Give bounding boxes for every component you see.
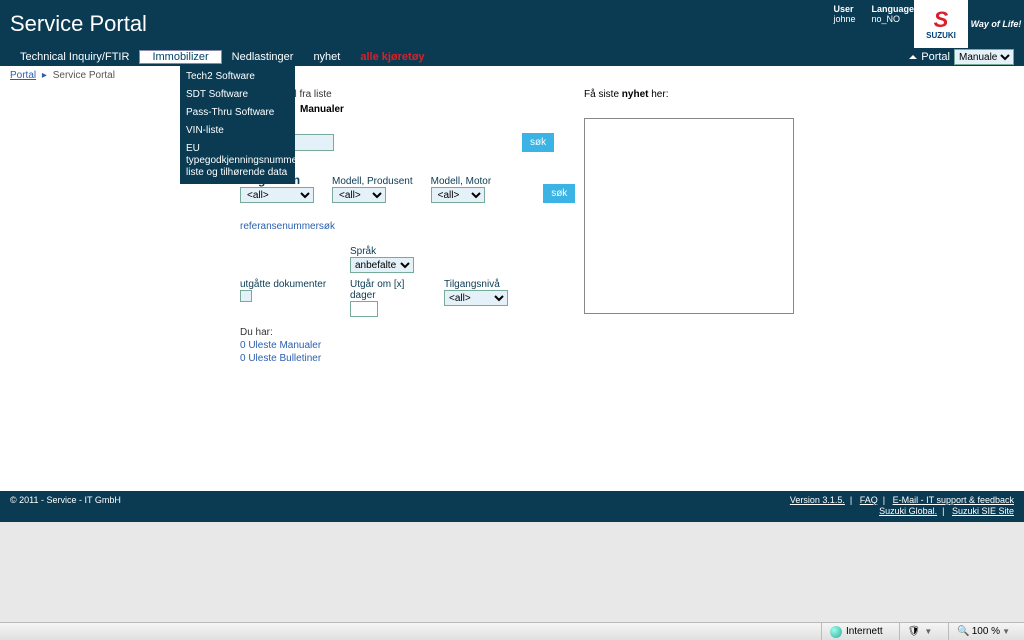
- brand-tagline: Way of Life!: [968, 0, 1024, 48]
- footer-global[interactable]: Suzuki Global.: [879, 506, 937, 516]
- breadcrumb: Portal ▸ Service Portal: [0, 66, 1024, 85]
- chevron-down-icon: ▼: [1002, 627, 1010, 636]
- duhar-label: Du har:: [240, 327, 800, 338]
- status-internett: Internett: [846, 626, 883, 637]
- produsent-select[interactable]: <all>: [332, 187, 386, 203]
- news-box[interactable]: [584, 118, 794, 314]
- portal-select[interactable]: Manualer: [954, 49, 1014, 65]
- nav-nedlastinger[interactable]: Nedlastinger: [222, 51, 304, 63]
- status-protected-mode[interactable]: 🛡 ▼: [899, 623, 941, 640]
- dropdown-vinliste[interactable]: VIN-liste: [180, 122, 295, 140]
- you-have-block: Du har: 0 Uleste Manualer 0 Uleste Bulle…: [240, 327, 800, 364]
- help-line-2-bold: Manualer: [300, 104, 344, 115]
- news-suffix: her:: [651, 89, 668, 100]
- browser-statusbar: Internett 🛡 ▼ 🔍 100 % ▼: [0, 622, 1024, 640]
- nav-alle-kjoeretoy[interactable]: alle kjøretøy: [350, 51, 434, 63]
- reference-search-link[interactable]: referansenummersøk: [240, 221, 335, 232]
- suzuki-s-icon: S: [934, 9, 949, 31]
- status-zone[interactable]: Internett: [821, 623, 891, 640]
- sprak-label: Språk: [350, 246, 414, 257]
- header: Service Portal User johne Language no_NO…: [0, 0, 1024, 48]
- dropdown-eu-type[interactable]: EU typegodkjenningsnummer liste og tilhø…: [180, 140, 295, 182]
- zoom-icon: 🔍: [957, 626, 969, 637]
- nedlastinger-dropdown: Tech2 Software SDT Software Pass-Thru So…: [180, 66, 295, 184]
- utgar-label: Utgår om [x] dager: [350, 279, 426, 301]
- salgsnavn-select[interactable]: <all>: [240, 187, 314, 203]
- browser-chrome-gap: [0, 522, 1024, 622]
- collapse-arrow-icon[interactable]: [909, 55, 917, 59]
- dropdown-tech2[interactable]: Tech2 Software: [180, 68, 295, 86]
- produsent-label: Modell, Produsent: [332, 176, 413, 187]
- footer-sie[interactable]: Suzuki SIE Site: [952, 506, 1014, 516]
- zoom-value: 100 %: [972, 626, 1000, 637]
- globe-icon: [830, 626, 842, 638]
- language-value: no_NO: [871, 14, 900, 24]
- days-input[interactable]: [350, 301, 378, 317]
- news-bold: nyhet: [622, 89, 649, 100]
- unread-bulletins[interactable]: 0 Uleste Bulletiner: [240, 353, 800, 364]
- status-zoom[interactable]: 🔍 100 % ▼: [948, 623, 1018, 640]
- sprak-select[interactable]: anbefalte: [350, 257, 414, 273]
- breadcrumb-portal[interactable]: Portal: [10, 70, 36, 81]
- search-button-1[interactable]: søk: [522, 133, 554, 152]
- footer-version[interactable]: Version 3.1.5.: [790, 495, 845, 505]
- content-area: r velg modell fra liste ry for aktuell M…: [0, 85, 1024, 364]
- utgatte-checkbox[interactable]: [240, 290, 252, 302]
- news-prefix: Få siste: [584, 89, 619, 100]
- footer-faq[interactable]: FAQ: [860, 495, 878, 505]
- brand-text: SUZUKI: [926, 31, 956, 40]
- main-nav: Technical Inquiry/FTIR Immobilizer Nedla…: [0, 48, 1024, 66]
- portal-label: Portal: [921, 51, 950, 63]
- dropdown-passthru[interactable]: Pass-Thru Software: [180, 104, 295, 122]
- shield-dropdown-icon: 🛡: [908, 626, 921, 637]
- news-pane: Få siste nyhet her:: [584, 89, 794, 314]
- user-label: User: [833, 4, 853, 14]
- breadcrumb-separator-icon: ▸: [42, 70, 47, 81]
- brand-logo: S SUZUKI: [914, 0, 968, 48]
- user-value: johne: [833, 14, 855, 24]
- page-title: Service Portal: [10, 11, 147, 37]
- footer: © 2011 - Service - IT GmbH Version 3.1.5…: [0, 491, 1024, 522]
- unread-manuals[interactable]: 0 Uleste Manualer: [240, 340, 800, 351]
- motor-label: Modell, Motor: [431, 176, 492, 187]
- footer-copyright: © 2011 - Service - IT GmbH: [10, 495, 121, 505]
- nav-nyhet[interactable]: nyhet: [303, 51, 350, 63]
- motor-select[interactable]: <all>: [431, 187, 485, 203]
- footer-email[interactable]: E-Mail - IT support & feedback: [893, 495, 1014, 505]
- tilgang-select[interactable]: <all>: [444, 290, 508, 306]
- language-label: Language: [871, 4, 914, 14]
- search-button-2[interactable]: søk: [543, 184, 575, 203]
- tilgang-label: Tilgangsnivå: [444, 279, 508, 290]
- user-lang-block: User johne Language no_NO: [833, 4, 914, 24]
- nav-technical[interactable]: Technical Inquiry/FTIR: [10, 51, 139, 63]
- breadcrumb-current: Service Portal: [53, 70, 115, 81]
- nav-immobilizer[interactable]: Immobilizer: [139, 50, 221, 64]
- dropdown-sdt[interactable]: SDT Software: [180, 86, 295, 104]
- utgatte-label: utgåtte dokumenter: [240, 279, 332, 290]
- chevron-down-icon: ▼: [924, 627, 932, 636]
